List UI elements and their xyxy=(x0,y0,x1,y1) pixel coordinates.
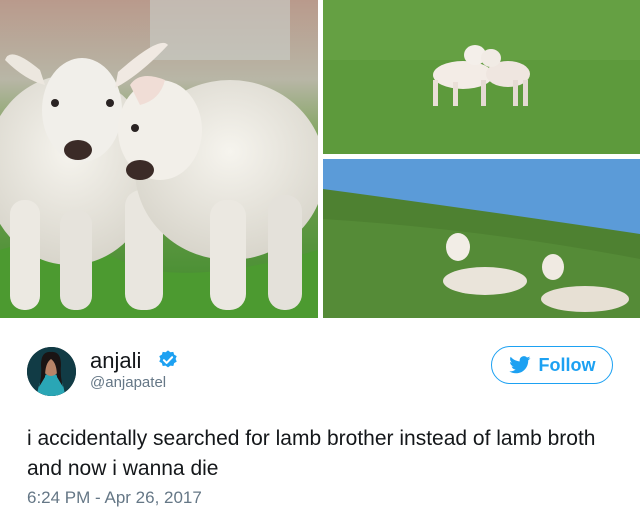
follow-label: Follow xyxy=(538,355,596,375)
photo-lambs-hillside[interactable] xyxy=(323,159,640,318)
tweet-timestamp[interactable]: 6:24 PM - Apr 26, 2017 xyxy=(27,488,202,508)
verified-badge-icon xyxy=(159,350,177,368)
media-grid xyxy=(0,0,640,320)
tweet-text: i accidentally searched for lamb brother… xyxy=(27,427,596,480)
twitter-bird-icon xyxy=(508,356,530,374)
avatar[interactable] xyxy=(27,347,76,396)
display-name[interactable]: anjali xyxy=(90,348,141,374)
user-handle[interactable]: @anjapatel xyxy=(90,374,166,392)
photo-lambs-closeup[interactable] xyxy=(0,0,318,318)
follow-button[interactable]: Follow xyxy=(491,346,613,384)
photo-lambs-embracing[interactable] xyxy=(323,0,640,154)
